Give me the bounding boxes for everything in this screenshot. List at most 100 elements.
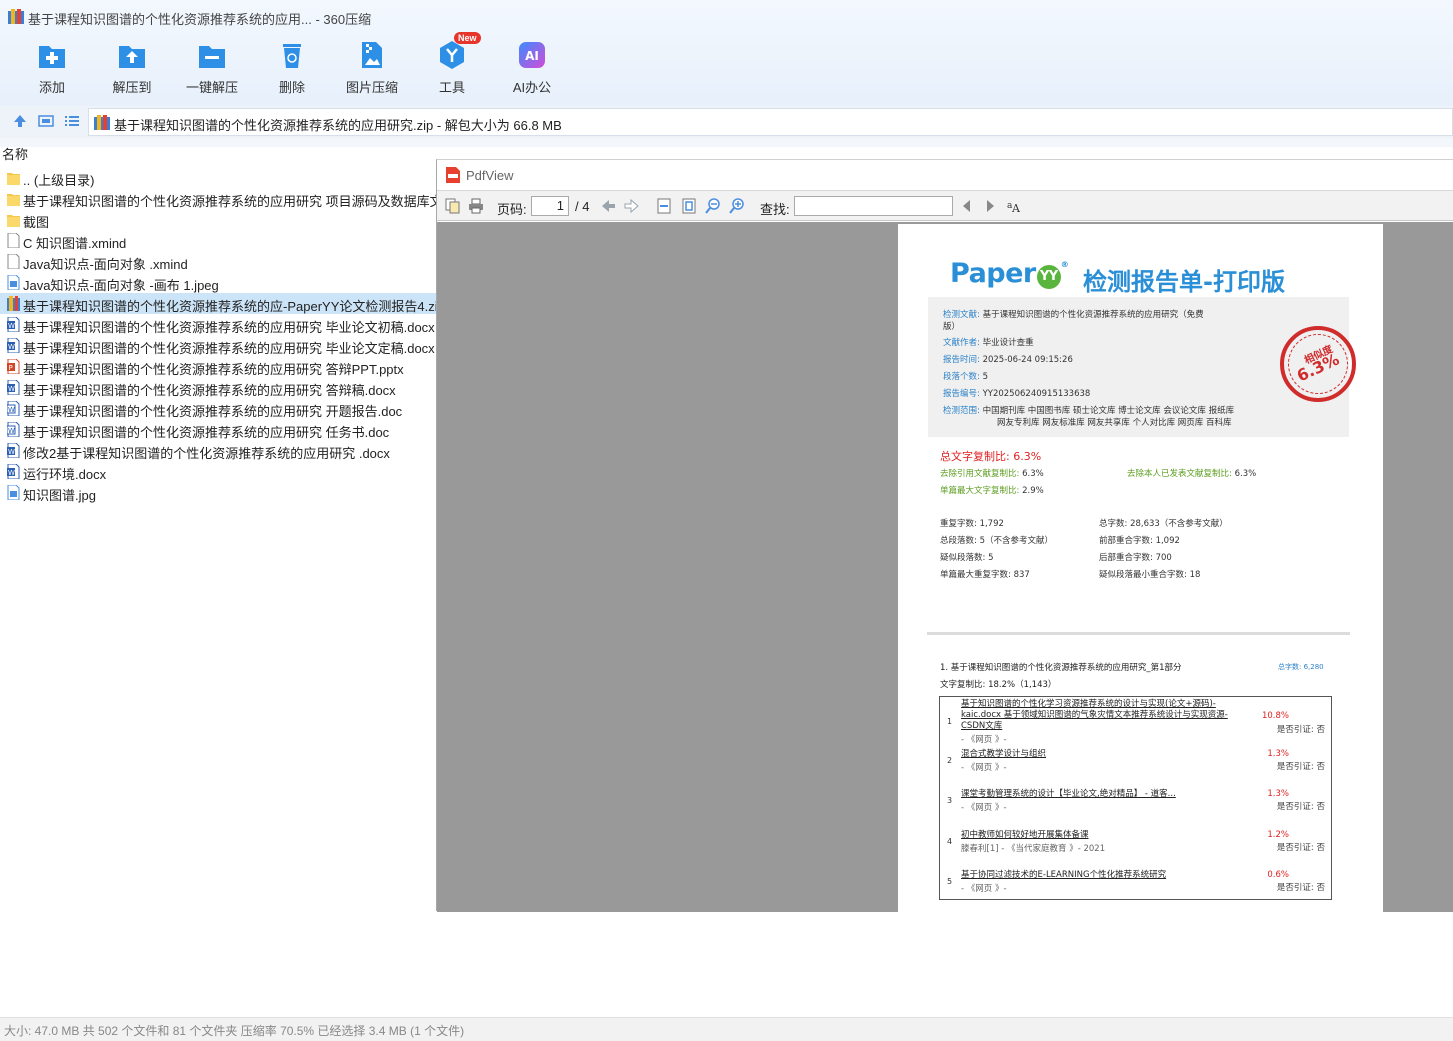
source-title-link[interactable]: 初中教师如何较好地开展集体备课 [961,830,1251,841]
zoom-out-icon[interactable] [705,198,721,214]
report-info-box: 检测文献: 基于课程知识图谱的个性化资源推荐系统的应用研究（免费 版） 文献作者… [928,297,1356,437]
path-field[interactable]: 基于课程知识图谱的个性化资源推荐系统的应用研究.zip - 解包大小为 66.8… [88,108,1453,136]
file-name: Java知识点-面向对象 .xmind [23,257,188,272]
file-row[interactable]: 基于课程知识图谱的个性化资源推荐系统的应-PaperYY论文检测报告4.zip [0,293,436,314]
list-view-icon[interactable] [63,112,81,130]
zip-file-icon [94,115,110,130]
add-button[interactable]: 添加 [12,38,92,100]
next-page-icon[interactable] [624,198,640,214]
trash-icon [283,44,301,68]
author-label: 文献作者: [943,338,980,348]
doc-value-2: 版） [943,322,961,332]
print-icon[interactable] [468,198,484,214]
report-title: 检测报告单-打印版 [1083,268,1285,296]
delete-button[interactable]: 删除 [252,38,332,100]
find-next-icon[interactable] [982,198,998,214]
file-row[interactable]: C 知识图谱.xmind [0,230,436,251]
fit-width-icon[interactable] [656,198,672,214]
add-label: 添加 [38,80,65,95]
similarity-stamp: 相似度 6.3% [1280,326,1356,402]
scope-value-2: 网友专利库 网友标准库 网友共享库 个人对比库 网页库 百科库 [997,418,1232,428]
image-file-icon [7,275,20,290]
separator-band [0,138,1453,147]
name-column-header[interactable]: 名称 [0,147,436,167]
file-name: 基于课程知识图谱的个性化资源推荐系统的应用研究 答辩PPT.pptx [23,362,404,377]
word-doc-icon: W [7,380,20,395]
source-number: 3 [947,796,953,805]
source-title-link[interactable]: 基于知识图谱的个性化学习资源推荐系统的设计与实现(论文+源码)-kaic.doc… [961,699,1251,732]
find-label: 查找: [760,202,790,217]
time-label: 报告时间: [943,355,980,365]
ai-office-button[interactable]: AI AI办公 [492,38,572,100]
source-title-link[interactable]: 基于协同过滤技术的E-LEARNING个性化推荐系统研究 [961,870,1251,881]
source-cited: 是否引证: 否 [1276,843,1325,853]
image-compress-button[interactable]: 图片压缩 [332,38,412,100]
one-click-extract-button[interactable]: 一键解压 [172,38,252,100]
archive-app-icon [8,9,24,24]
file-row[interactable]: W 基于课程知识图谱的个性化资源推荐系统的应用研究 任务书.doc [0,419,436,440]
folder-row[interactable]: .. (上级目录) [0,167,436,188]
stat-front-overlap: 前部重合字数: 1,092 [1099,536,1180,546]
find-input[interactable] [794,196,953,216]
zip-file-icon [7,296,20,311]
source-number: 5 [947,877,953,886]
source-meta: - 《网页 》- [961,884,1007,894]
match-case-icon[interactable]: a A [1006,198,1022,214]
fit-page-icon[interactable] [681,198,697,214]
paperyy-logo: Paper YY® [950,258,1069,289]
source-meta: - 《网页 》- [961,763,1007,773]
svg-text:P: P [9,364,13,372]
preview-title: PdfView [466,168,514,183]
file-row[interactable]: P 基于课程知识图谱的个性化资源推荐系统的应用研究 答辩PPT.pptx [0,356,436,377]
svg-text:W: W [8,385,15,393]
word-doc-icon: W [7,464,20,479]
doc-value: 基于课程知识图谱的个性化资源推荐系统的应用研究（免费 [982,310,1204,320]
source-title-link[interactable]: 课堂考勤管理系统的设计【毕业论文,绝对精品】 - 道客... [961,789,1251,800]
report-id-label: 报告编号: [943,389,980,399]
scope-label: 检测范围: [943,406,980,416]
file-name: 基于课程知识图谱的个性化资源推荐系统的应用研究 答辩稿.docx [23,383,396,398]
file-name: 修改2基于课程知识图谱的个性化资源推荐系统的应用研究 .docx [23,446,390,461]
up-level-icon[interactable] [11,112,29,130]
svg-text:W: W [8,322,15,330]
file-row[interactable]: W 修改2基于课程知识图谱的个性化资源推荐系统的应用研究 .docx [0,440,436,461]
author-value: 毕业设计查重 [982,338,1034,348]
max-single-value: 2.9% [1022,486,1044,496]
file-row[interactable]: W 基于课程知识图谱的个性化资源推荐系统的应用研究 答辩稿.docx [0,377,436,398]
time-value: 2025-06-24 09:15:26 [982,355,1073,365]
preview-title-bar: PdfView [437,160,1453,190]
folder-row[interactable]: 截图 [0,209,436,230]
file-row[interactable]: W 运行环境.docx [0,461,436,482]
folder-row[interactable]: 基于课程知识图谱的个性化资源推荐系统的应用研究 项目源码及数据库文件 [0,188,436,209]
tools-icon [440,41,464,69]
para-label: 段落个数: [943,372,980,382]
previous-page-icon[interactable] [600,198,616,214]
file-name: 基于课程知识图谱的个性化资源推荐系统的应用研究 毕业论文定稿.docx [23,341,435,356]
add-icon [39,46,65,68]
svg-text:W: W [8,427,15,435]
file-name: 基于课程知识图谱的个性化资源推荐系统的应用研究 任务书.doc [23,425,390,440]
excl-self-label: 去除本人已发表文献复制比: [1127,469,1232,479]
file-row[interactable]: Java知识点-面向对象 .xmind [0,251,436,272]
file-row[interactable]: Java知识点-面向对象 -画布 1.jpeg [0,272,436,293]
title-bar: 基于课程知识图谱的个性化资源推荐系统的应用... - 360压缩 [0,0,1453,34]
pdf-toolbar: 页码: 1 / 4 查找: a A [437,190,1453,221]
stat-max-single-dup: 单篇最大重复字数: 837 [940,570,1030,580]
tools-button[interactable]: New 工具 [412,32,492,100]
zoom-in-icon[interactable] [729,198,745,214]
copy-icon[interactable] [445,198,461,214]
source-percent: 1.3% [1267,749,1289,759]
report-page: Paper YY® 检测报告单-打印版 检测文献: 基于课程知识图谱的个性化资源推… [898,224,1383,912]
file-row[interactable]: 知识图谱.jpg [0,482,436,503]
file-row[interactable]: W 基于课程知识图谱的个性化资源推荐系统的应用研究 开题报告.doc [0,398,436,419]
find-previous-icon[interactable] [959,198,975,214]
page-number-input[interactable]: 1 [531,196,569,216]
file-row[interactable]: W 基于课程知识图谱的个性化资源推荐系统的应用研究 毕业论文初稿.docx [0,314,436,335]
extract-to-button[interactable]: 解压到 [92,38,172,100]
file-row[interactable]: W 基于课程知识图谱的个性化资源推荐系统的应用研究 毕业论文定稿.docx [0,335,436,356]
source-number: 1 [947,717,953,726]
file-name: 基于课程知识图谱的个性化资源推荐系统的应-PaperYY论文检测报告4.zip [23,299,436,314]
one-click-extract-label: 一键解压 [185,80,238,95]
source-title-link[interactable]: 混合式教学设计与组织 [961,749,1251,760]
thumbnail-view-icon[interactable] [37,112,55,130]
